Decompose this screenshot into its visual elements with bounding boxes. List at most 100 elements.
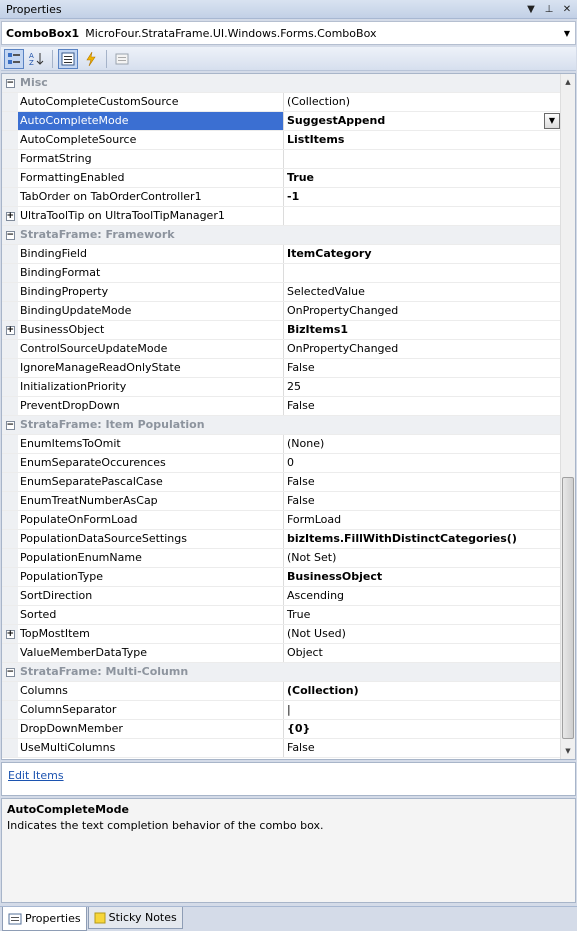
property-value[interactable]: | <box>284 701 561 719</box>
object-selector[interactable]: ComboBox1 MicroFour.StrataFrame.UI.Windo… <box>1 21 576 45</box>
property-value[interactable]: (None) <box>284 435 561 453</box>
property-name[interactable]: DropDownMember <box>18 720 284 738</box>
property-value[interactable]: FormLoad <box>284 511 561 529</box>
grid-scrollbar[interactable]: ▲ ▼ <box>560 74 575 759</box>
property-name[interactable]: PopulationEnumName <box>18 549 284 567</box>
collapse-icon[interactable]: − <box>5 78 15 88</box>
scroll-thumb[interactable] <box>562 477 574 739</box>
property-name[interactable]: AutoCompleteSource <box>18 131 284 149</box>
property-name[interactable]: FormatString <box>18 150 284 168</box>
property-value[interactable]: SuggestAppend ▼ <box>284 112 561 130</box>
property-row[interactable]: BindingUpdateMode OnPropertyChanged <box>2 302 561 321</box>
property-name[interactable]: UltraToolTip on UltraToolTipManager1 <box>18 207 284 225</box>
property-row[interactable]: ColumnSeparator | <box>2 701 561 720</box>
window-dropdown-icon[interactable]: ▼ <box>523 1 539 17</box>
property-row[interactable]: PopulationEnumName (Not Set) <box>2 549 561 568</box>
property-row[interactable]: UseMultiColumns False <box>2 739 561 758</box>
property-value[interactable]: False <box>284 492 561 510</box>
property-name[interactable]: BindingField <box>18 245 284 263</box>
property-name[interactable]: TabOrder on TabOrderController1 <box>18 188 284 206</box>
property-name[interactable]: ValueMemberDataType <box>18 644 284 662</box>
property-name[interactable]: BindingFormat <box>18 264 284 282</box>
alphabetical-icon[interactable]: AZ <box>27 49 47 69</box>
property-name[interactable]: UseMultiColumns <box>18 739 284 757</box>
property-grid[interactable]: − Misc AutoCompleteCustomSource (Collection… <box>1 73 576 760</box>
property-value[interactable]: (Collection) <box>284 93 561 111</box>
property-name[interactable]: EnumItemsToOmit <box>18 435 284 453</box>
property-name[interactable]: IgnoreManageReadOnlyState <box>18 359 284 377</box>
property-name[interactable]: AutoCompleteCustomSource <box>18 93 284 111</box>
property-value[interactable]: -1 <box>284 188 561 206</box>
property-row[interactable]: AutoCompleteSource ListItems <box>2 131 561 150</box>
property-value[interactable]: False <box>284 397 561 415</box>
property-name[interactable]: BusinessObject <box>18 321 284 339</box>
property-name[interactable]: FormattingEnabled <box>18 169 284 187</box>
property-row[interactable]: PreventDropDown False <box>2 397 561 416</box>
property-value[interactable]: 0 <box>284 454 561 472</box>
collapse-icon[interactable]: − <box>5 230 15 240</box>
property-value[interactable] <box>284 150 561 168</box>
property-value[interactable] <box>284 207 561 225</box>
property-row[interactable]: DropDownMember {0} <box>2 720 561 739</box>
properties-icon[interactable] <box>58 48 78 69</box>
property-row[interactable]: AutoCompleteCustomSource (Collection) <box>2 93 561 112</box>
property-name[interactable]: ColumnSeparator <box>18 701 284 719</box>
property-name[interactable]: PopulateOnFormLoad <box>18 511 284 529</box>
property-name[interactable]: SortDirection <box>18 587 284 605</box>
property-name[interactable]: ControlSourceUpdateMode <box>18 340 284 358</box>
property-row[interactable]: FormattingEnabled True <box>2 169 561 188</box>
property-value[interactable]: (Collection) <box>284 682 561 700</box>
property-value[interactable]: BizItems1 <box>284 321 561 339</box>
collapse-icon[interactable]: − <box>5 420 15 430</box>
value-dropdown-icon[interactable]: ▼ <box>544 113 560 129</box>
property-name[interactable]: EnumTreatNumberAsCap <box>18 492 284 510</box>
property-value[interactable]: (Not Used) <box>284 625 561 643</box>
property-value[interactable]: 25 <box>284 378 561 396</box>
property-value[interactable]: True <box>284 169 561 187</box>
property-row[interactable]: EnumTreatNumberAsCap False <box>2 492 561 511</box>
property-row[interactable]: PopulationDataSourceSettings bizItems.Fil… <box>2 530 561 549</box>
property-name[interactable]: PopulationDataSourceSettings <box>18 530 284 548</box>
property-row[interactable]: PopulateOnFormLoad FormLoad <box>2 511 561 530</box>
property-name[interactable]: PreventDropDown <box>18 397 284 415</box>
expand-icon[interactable]: + <box>5 211 15 221</box>
close-icon[interactable]: ✕ <box>559 1 575 17</box>
property-value[interactable]: Object <box>284 644 561 662</box>
property-value[interactable]: (Not Set) <box>284 549 561 567</box>
category-row[interactable]: − Misc <box>2 74 561 93</box>
chevron-down-icon[interactable]: ▼ <box>559 29 575 38</box>
pin-icon[interactable]: ⊥ <box>541 1 557 17</box>
property-row[interactable]: AutoCompleteMode SuggestAppend ▼ <box>2 112 561 131</box>
property-row[interactable]: EnumItemsToOmit (None) <box>2 435 561 454</box>
property-value[interactable]: False <box>284 359 561 377</box>
category-row[interactable]: − StrataFrame: Item Population <box>2 416 561 435</box>
property-name[interactable]: EnumSeparateOccurences <box>18 454 284 472</box>
property-value[interactable]: ListItems <box>284 131 561 149</box>
property-value[interactable]: True <box>284 606 561 624</box>
category-row[interactable]: − StrataFrame: Multi-Column <box>2 663 561 682</box>
expand-icon[interactable]: + <box>5 325 15 335</box>
property-row[interactable]: + UltraToolTip on UltraToolTipManager1 <box>2 207 561 226</box>
property-row[interactable]: PopulationType BusinessObject <box>2 568 561 587</box>
property-row[interactable]: InitializationPriority 25 <box>2 378 561 397</box>
tab-properties[interactable]: Properties <box>2 907 87 931</box>
property-name[interactable]: TopMostItem <box>18 625 284 643</box>
property-pages-icon[interactable] <box>112 49 132 69</box>
property-row[interactable]: FormatString <box>2 150 561 169</box>
property-name[interactable]: Columns <box>18 682 284 700</box>
property-value[interactable]: OnPropertyChanged <box>284 340 561 358</box>
property-row[interactable]: ValueMemberDataType Object <box>2 644 561 663</box>
property-name[interactable]: Sorted <box>18 606 284 624</box>
property-value[interactable]: False <box>284 739 561 757</box>
property-value[interactable] <box>284 264 561 282</box>
collapse-icon[interactable]: − <box>5 667 15 677</box>
property-value[interactable]: OnPropertyChanged <box>284 302 561 320</box>
property-row[interactable]: EnumSeparateOccurences 0 <box>2 454 561 473</box>
property-row[interactable]: BindingFormat <box>2 264 561 283</box>
property-row[interactable]: ControlSourceUpdateMode OnPropertyChanged <box>2 340 561 359</box>
property-name[interactable]: BindingUpdateMode <box>18 302 284 320</box>
property-row[interactable]: BindingProperty SelectedValue <box>2 283 561 302</box>
categorized-icon[interactable] <box>4 48 24 69</box>
tab-sticky-notes[interactable]: Sticky Notes <box>87 907 183 929</box>
property-name[interactable]: EnumSeparatePascalCase <box>18 473 284 491</box>
